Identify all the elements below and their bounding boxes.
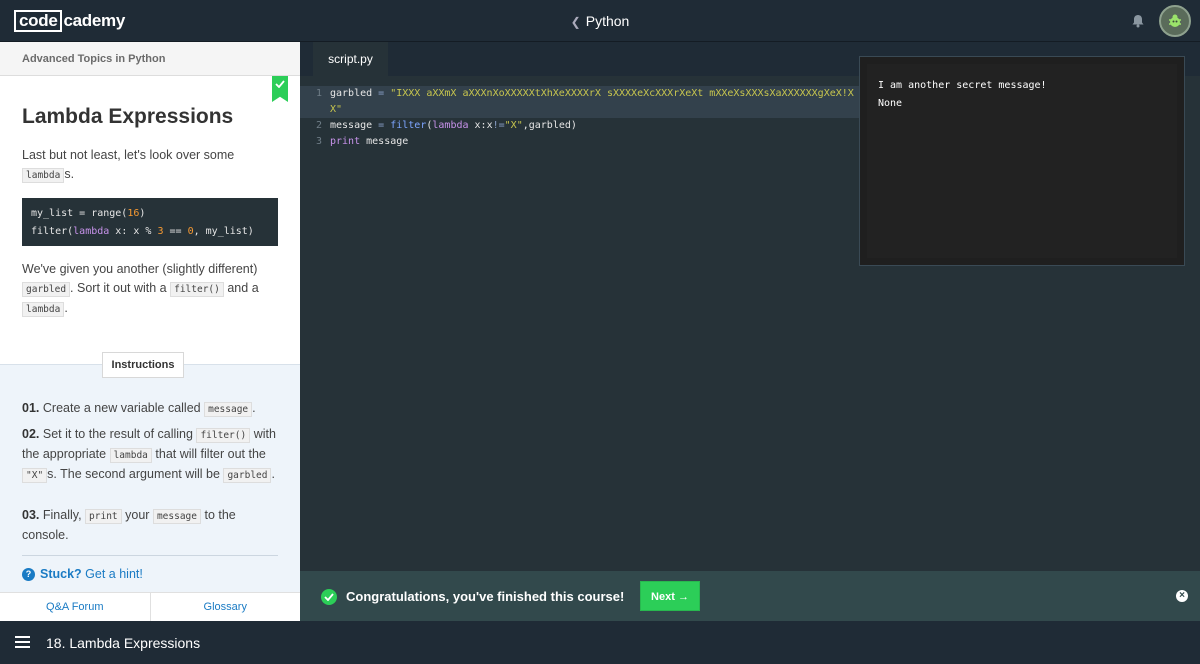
inline-code: filter(): [170, 282, 224, 297]
lesson-footer: Q&A Forum Glossary: [0, 592, 300, 621]
output-console: I am another secret message! None: [859, 56, 1185, 266]
instruction-step: 01. Create a new variable called message…: [22, 401, 256, 417]
completed-ribbon: [272, 76, 288, 102]
glossary-link[interactable]: Glossary: [151, 593, 301, 621]
bug-avatar-icon: [1169, 14, 1181, 27]
inline-code: garbled: [22, 282, 71, 297]
inline-code: print: [85, 509, 122, 524]
chevron-left-icon: ❮: [570, 15, 581, 29]
qa-forum-link[interactable]: Q&A Forum: [0, 593, 151, 621]
course-name: Python: [585, 13, 630, 29]
code-editor[interactable]: 1 garbled = "IXXX aXXmX aXXXnXoXXXXXtXhX…: [300, 86, 860, 150]
inline-code: lambda: [22, 302, 65, 317]
line-number: 2: [315, 120, 322, 131]
inline-code: "X": [22, 468, 48, 483]
menu-icon[interactable]: [15, 636, 30, 648]
code-line[interactable]: 1 garbled = "IXXX aXXmX aXXXnXoXXXXXtXhX…: [300, 86, 860, 118]
tab-script-py[interactable]: script.py: [313, 42, 388, 76]
get-hint-link[interactable]: ? Stuck? Get a hint!: [22, 567, 143, 581]
code-example: my_list = range(16) filter(lambda x: x % …: [22, 198, 278, 246]
instruction-step: 02. Set it to the result of calling filt…: [22, 427, 276, 483]
lesson-intro: Last but not least, let's look over some…: [22, 148, 235, 183]
console-output: I am another secret message! None: [867, 64, 1177, 258]
inline-code: garbled: [223, 468, 272, 483]
inline-code: lambda: [22, 168, 65, 183]
inline-code: filter(): [196, 428, 251, 443]
code-line[interactable]: 2 message = filter(lambda x:x!="X",garbl…: [300, 118, 860, 134]
user-avatar[interactable]: [1159, 5, 1191, 37]
inline-code: message: [204, 402, 253, 417]
line-number: 1: [315, 88, 322, 99]
top-navbar: code cademy ❮ Python: [0, 0, 1200, 42]
check-circle-icon: [321, 589, 337, 605]
bell-icon[interactable]: [1131, 14, 1145, 28]
close-icon[interactable]: ×: [1176, 590, 1188, 602]
divider: [22, 555, 278, 556]
code-line[interactable]: 3 print message: [300, 134, 860, 150]
section-title: Advanced Topics in Python: [0, 42, 300, 76]
success-banner: Congratulations, you've finished this co…: [300, 571, 1200, 621]
lesson-task-description: We've given you another (slightly differ…: [22, 262, 259, 317]
lesson-panel: Advanced Topics in Python Lambda Express…: [0, 42, 300, 621]
success-message: Congratulations, you've finished this co…: [346, 589, 625, 604]
inline-code: lambda: [109, 448, 152, 463]
inline-code: message: [152, 509, 201, 524]
bottom-navbar: 18. Lambda Expressions: [0, 621, 1200, 664]
next-button[interactable]: Next →: [640, 581, 700, 611]
instructions-tab[interactable]: Instructions: [102, 352, 184, 378]
lesson-title: Lambda Expressions: [22, 105, 234, 128]
line-number: 3: [315, 136, 322, 147]
course-breadcrumb[interactable]: ❮ Python: [0, 13, 1200, 29]
instruction-step: 03. Finally, print your message to the c…: [22, 508, 236, 542]
question-icon: ?: [22, 567, 35, 581]
exercise-title[interactable]: 18. Lambda Expressions: [46, 635, 200, 651]
check-icon: [275, 80, 285, 88]
